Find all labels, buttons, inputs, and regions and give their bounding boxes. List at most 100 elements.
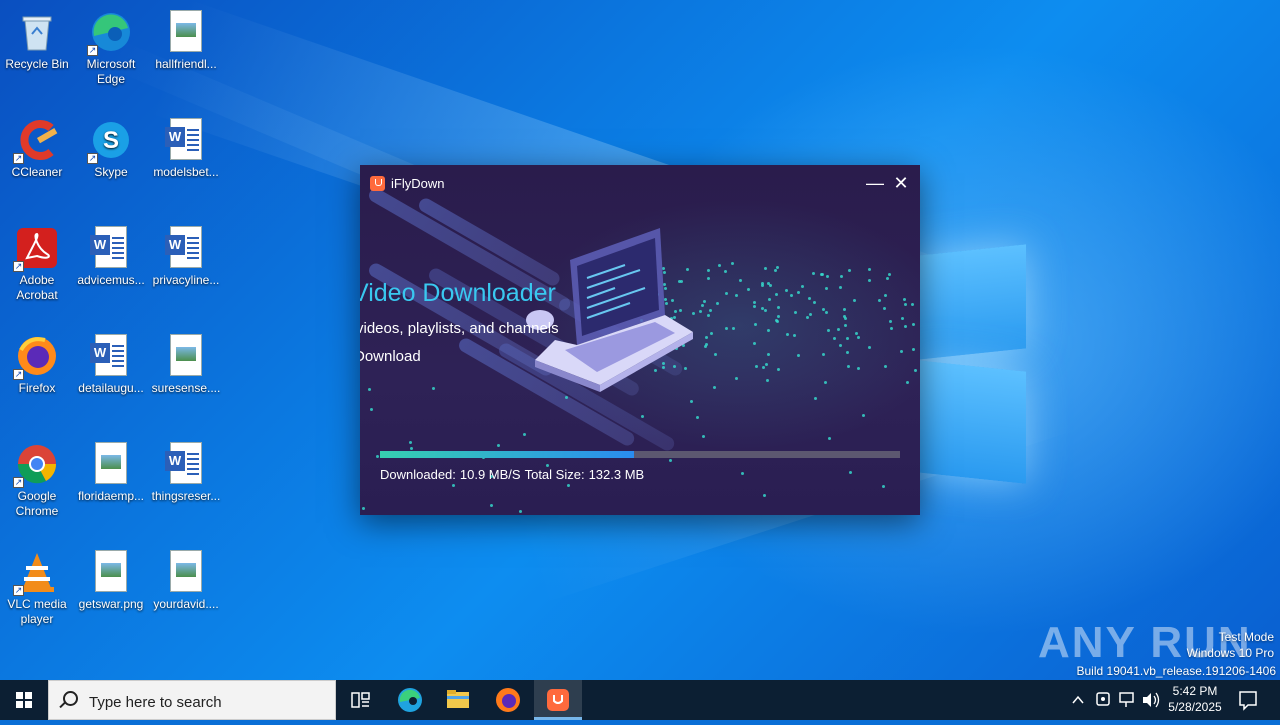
desktop-icon-label: floridaemp... xyxy=(77,489,145,503)
minimize-button[interactable]: — xyxy=(863,171,887,195)
particle-dot xyxy=(724,270,727,273)
particle-dot xyxy=(853,299,856,302)
window-titlebar: iFlyDown xyxy=(370,174,444,192)
desktop-icon[interactable]: ↗ Google Chrome xyxy=(0,438,74,519)
desktop-icon[interactable]: floridaemp... xyxy=(74,438,148,504)
tray-app-icon xyxy=(1096,692,1110,706)
close-button[interactable]: ✕ xyxy=(889,171,913,195)
image-file-icon xyxy=(89,550,133,594)
particle-dot xyxy=(912,348,915,351)
taskbar-edge-button[interactable] xyxy=(386,680,434,720)
word-doc-icon: W xyxy=(89,226,133,270)
particle-dot xyxy=(906,381,909,384)
particle-dot xyxy=(755,365,758,368)
vlc-icon: ↗ xyxy=(13,550,59,596)
desktop-icon[interactable]: Wmodelsbet... xyxy=(149,114,223,180)
desktop-icon-label: Adobe Acrobat xyxy=(16,273,58,302)
desktop-icon-label: detailaugu... xyxy=(78,381,144,395)
particle-dot xyxy=(725,327,728,330)
task-view-button[interactable] xyxy=(336,680,384,720)
particle-dot xyxy=(820,273,823,276)
folder-icon xyxy=(447,690,469,708)
particle-dot xyxy=(709,309,712,312)
laptop-illustration xyxy=(526,228,693,392)
shortcut-arrow-icon: ↗ xyxy=(13,585,24,596)
taskbar-file-explorer-button[interactable] xyxy=(434,680,482,720)
particle-dot xyxy=(801,285,804,288)
desktop-icon[interactable]: ↗ Firefox xyxy=(0,330,74,396)
particle-dot xyxy=(883,307,886,310)
desktop-icon-label: advicemus... xyxy=(77,273,145,287)
search-icon xyxy=(63,691,78,706)
particle-dot xyxy=(848,269,851,272)
desktop-icon-label: Recycle Bin xyxy=(5,57,69,71)
desktop-icon[interactable]: ↗ Adobe Acrobat xyxy=(0,222,74,303)
desktop-icon[interactable]: suresense.... xyxy=(149,330,223,396)
particle-dot xyxy=(862,414,865,417)
particle-dot xyxy=(725,292,728,295)
image-file-icon xyxy=(164,550,208,594)
particle-dot xyxy=(714,353,717,356)
desktop-icon[interactable]: S ↗ Skype xyxy=(74,114,148,180)
search-input[interactable] xyxy=(87,690,331,714)
desktop-icon[interactable]: hallfriendl... xyxy=(149,6,223,72)
particle-dot xyxy=(794,311,797,314)
particle-dot xyxy=(878,299,881,302)
desktop-icon-label: Firefox xyxy=(18,381,56,395)
desktop-icon[interactable]: Wprivacyline... xyxy=(149,222,223,288)
shortcut-arrow-icon: ↗ xyxy=(13,153,24,164)
particle-dot xyxy=(777,306,780,309)
particle-dot xyxy=(785,289,788,292)
download-status: Downloaded: 10.9 MB/S Total Size: 132.3 MB xyxy=(380,467,648,482)
particle-dot xyxy=(376,455,379,458)
particle-dot xyxy=(707,277,710,280)
particle-dot xyxy=(857,336,860,339)
particle-dot xyxy=(732,327,735,330)
particle-dot xyxy=(669,459,672,462)
taskbar-iflydown-button[interactable] xyxy=(534,680,582,720)
particle-dot xyxy=(707,269,710,272)
particle-dot xyxy=(368,388,371,391)
desktop-icon[interactable]: yourdavid.... xyxy=(149,546,223,612)
desktop-icon[interactable]: ↗ VLC media player xyxy=(0,546,74,627)
desktop-icon[interactable]: Recycle Bin xyxy=(0,6,74,72)
particle-dot xyxy=(641,415,644,418)
desktop-icon[interactable]: Wdetailaugu... xyxy=(74,330,148,396)
desktop-icon[interactable]: Wthingsreser... xyxy=(149,438,223,504)
word-doc-icon: W xyxy=(164,118,208,162)
svg-text:S: S xyxy=(103,127,119,154)
word-doc-icon: W xyxy=(164,226,208,270)
notifications-button[interactable] xyxy=(1236,680,1260,720)
show-hidden-icons-button[interactable] xyxy=(1068,680,1088,720)
download-progress-fill xyxy=(380,451,635,458)
particle-dot xyxy=(767,329,770,332)
tray-app-button[interactable] xyxy=(1092,680,1114,720)
download-speed: 10.9 MB/S xyxy=(459,467,521,482)
particle-dot xyxy=(699,310,702,313)
recycle-bin-icon xyxy=(15,10,59,54)
particle-dot xyxy=(797,354,800,357)
desktop-icon-label: thingsreser... xyxy=(151,489,221,503)
particle-dot xyxy=(822,353,825,356)
volume-button[interactable] xyxy=(1140,680,1162,720)
image-file-icon xyxy=(89,442,133,486)
desktop-icon[interactable]: getswar.png xyxy=(74,546,148,612)
particle-dot xyxy=(825,311,828,314)
start-button[interactable] xyxy=(0,680,48,720)
taskbar-clock[interactable]: 5:42 PM 5/28/2025 xyxy=(1162,683,1228,715)
taskbar-firefox-button[interactable] xyxy=(484,680,532,720)
edge-icon xyxy=(398,688,422,712)
task-view-icon xyxy=(351,692,370,708)
particle-dot xyxy=(761,282,764,285)
particle-dot xyxy=(696,416,699,419)
particle-dot xyxy=(786,333,789,336)
desktop-icon-label: Google Chrome xyxy=(15,489,59,518)
network-button[interactable] xyxy=(1116,680,1138,720)
desktop-icon[interactable]: ↗ CCleaner xyxy=(0,114,74,180)
hero-subtitle: videos, playlists, and channels xyxy=(360,320,559,337)
desktop-icon[interactable]: Wadvicemus... xyxy=(74,222,148,288)
volume-icon xyxy=(1143,692,1160,708)
taskbar-search-box[interactable] xyxy=(48,680,336,720)
desktop-icon[interactable]: ↗ Microsoft Edge xyxy=(74,6,148,87)
iflydown-window[interactable]: iFlyDown — ✕ Video Downloader videos, pl… xyxy=(360,165,920,515)
